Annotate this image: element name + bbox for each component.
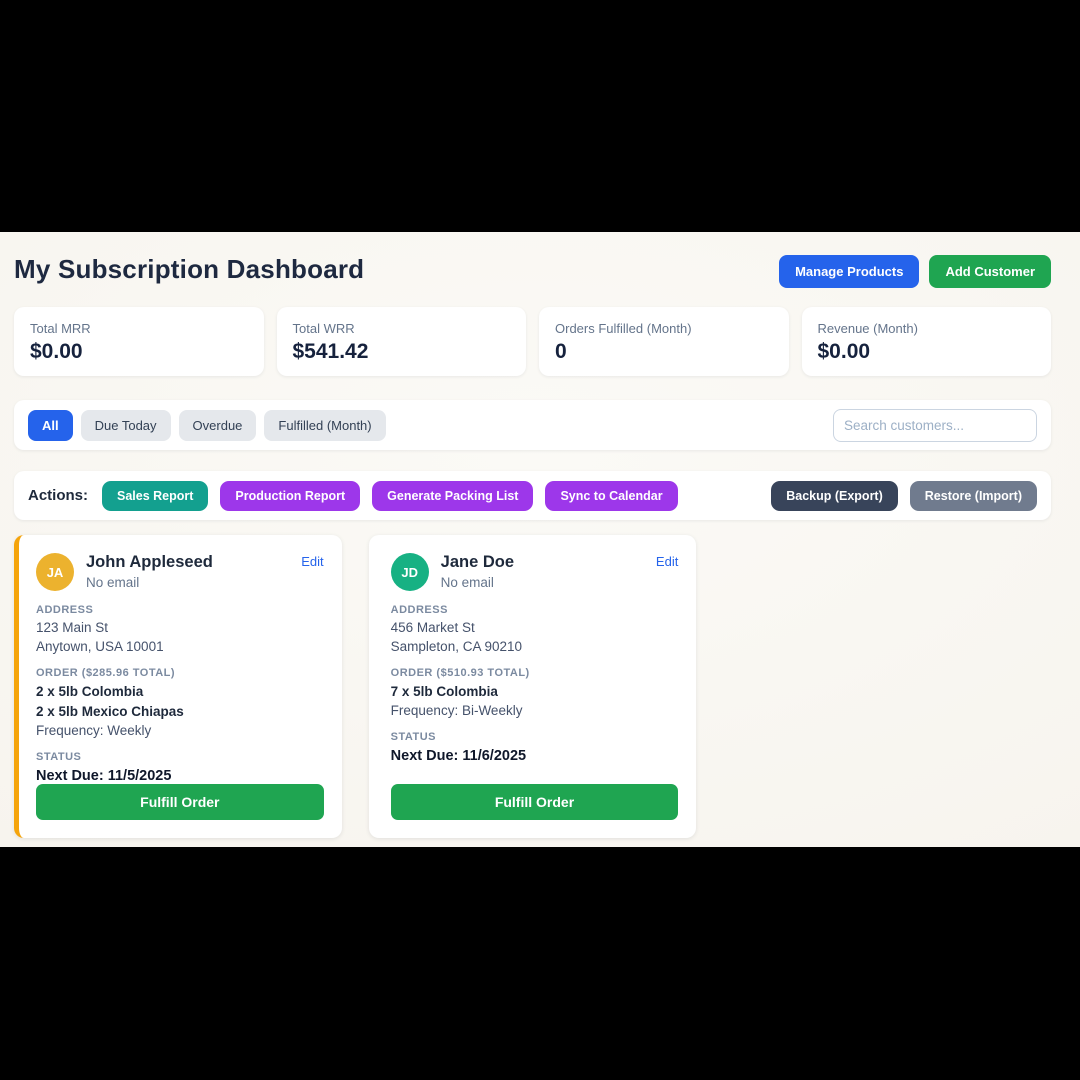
fulfill-order-button[interactable]: Fulfill Order bbox=[391, 784, 679, 820]
stat-value: 0 bbox=[555, 340, 773, 364]
address-section: ADDRESS 456 Market St Sampleton, CA 9021… bbox=[391, 604, 679, 654]
customer-identity: John Appleseed No email bbox=[86, 553, 213, 590]
address-section: ADDRESS 123 Main St Anytown, USA 10001 bbox=[36, 604, 324, 654]
manage-products-button[interactable]: Manage Products bbox=[779, 255, 919, 288]
customer-header: JA John Appleseed No email Edit bbox=[36, 553, 324, 591]
stat-label: Total WRR bbox=[293, 321, 511, 336]
address-label: ADDRESS bbox=[391, 604, 679, 616]
filter-tab-overdue[interactable]: Overdue bbox=[179, 410, 257, 441]
edit-link[interactable]: Edit bbox=[656, 554, 678, 569]
frequency: Frequency: Weekly bbox=[36, 723, 324, 738]
stat-label: Revenue (Month) bbox=[818, 321, 1036, 336]
restore-import-button[interactable]: Restore (Import) bbox=[910, 481, 1037, 511]
stat-card-total-wrr: Total WRR $541.42 bbox=[277, 307, 527, 376]
production-report-button[interactable]: Production Report bbox=[220, 481, 360, 511]
fulfill-order-button[interactable]: Fulfill Order bbox=[36, 784, 324, 820]
status-section: STATUS Next Due: 11/5/2025 bbox=[36, 751, 324, 784]
stat-value: $541.42 bbox=[293, 340, 511, 364]
header: My Subscription Dashboard Manage Product… bbox=[14, 254, 1051, 288]
stat-card-revenue: Revenue (Month) $0.00 bbox=[802, 307, 1052, 376]
address-line: 456 Market St bbox=[391, 620, 679, 635]
order-section: ORDER ($285.96 TOTAL) 2 x 5lb Colombia 2… bbox=[36, 667, 324, 738]
edit-link[interactable]: Edit bbox=[301, 554, 323, 569]
backup-export-button[interactable]: Backup (Export) bbox=[771, 481, 898, 511]
stat-card-orders-fulfilled: Orders Fulfilled (Month) 0 bbox=[539, 307, 789, 376]
actions-bar: Actions: Sales Report Production Report … bbox=[14, 471, 1051, 520]
address-label: ADDRESS bbox=[36, 604, 324, 616]
customer-email: No email bbox=[441, 575, 514, 590]
address-line: 123 Main St bbox=[36, 620, 324, 635]
next-due: Next Due: 11/6/2025 bbox=[391, 748, 679, 764]
filter-tab-due-today[interactable]: Due Today bbox=[81, 410, 171, 441]
frequency: Frequency: Bi-Weekly bbox=[391, 703, 679, 718]
stat-label: Total MRR bbox=[30, 321, 248, 336]
customer-card-john-appleseed: JA John Appleseed No email Edit ADDRESS … bbox=[14, 535, 342, 838]
avatar: JD bbox=[391, 553, 429, 591]
order-label: ORDER ($510.93 TOTAL) bbox=[391, 667, 679, 679]
sales-report-button[interactable]: Sales Report bbox=[102, 481, 208, 511]
customer-identity: Jane Doe No email bbox=[441, 553, 514, 590]
address-line: Sampleton, CA 90210 bbox=[391, 639, 679, 654]
sync-to-calendar-button[interactable]: Sync to Calendar bbox=[545, 481, 677, 511]
add-customer-button[interactable]: Add Customer bbox=[929, 255, 1051, 288]
status-section: STATUS Next Due: 11/6/2025 bbox=[391, 731, 679, 764]
customer-name: Jane Doe bbox=[441, 553, 514, 572]
subscription-dashboard: My Subscription Dashboard Manage Product… bbox=[0, 232, 1080, 847]
filter-tabs: All Due Today Overdue Fulfilled (Month) bbox=[28, 410, 386, 441]
status-label: STATUS bbox=[391, 731, 679, 743]
customer-name: John Appleseed bbox=[86, 553, 213, 572]
filter-tab-fulfilled-month[interactable]: Fulfilled (Month) bbox=[264, 410, 385, 441]
avatar: JA bbox=[36, 553, 74, 591]
address-line: Anytown, USA 10001 bbox=[36, 639, 324, 654]
customer-grid: JA John Appleseed No email Edit ADDRESS … bbox=[14, 535, 1051, 838]
actions-label: Actions: bbox=[28, 487, 88, 504]
stat-value: $0.00 bbox=[818, 340, 1036, 364]
customer-card-jane-doe: JD Jane Doe No email Edit ADDRESS 456 Ma… bbox=[369, 535, 697, 838]
order-section: ORDER ($510.93 TOTAL) 7 x 5lb Colombia F… bbox=[391, 667, 679, 718]
header-actions: Manage Products Add Customer bbox=[779, 255, 1051, 288]
order-item: 7 x 5lb Colombia bbox=[391, 684, 679, 699]
search-input[interactable] bbox=[833, 409, 1037, 442]
stat-value: $0.00 bbox=[30, 340, 248, 364]
page-title: My Subscription Dashboard bbox=[14, 254, 364, 285]
stats-row: Total MRR $0.00 Total WRR $541.42 Orders… bbox=[14, 307, 1051, 376]
customer-email: No email bbox=[86, 575, 213, 590]
order-label: ORDER ($285.96 TOTAL) bbox=[36, 667, 324, 679]
status-label: STATUS bbox=[36, 751, 324, 763]
generate-packing-list-button[interactable]: Generate Packing List bbox=[372, 481, 533, 511]
customer-header: JD Jane Doe No email Edit bbox=[391, 553, 679, 591]
next-due: Next Due: 11/5/2025 bbox=[36, 768, 324, 784]
filter-bar: All Due Today Overdue Fulfilled (Month) bbox=[14, 400, 1051, 450]
stat-label: Orders Fulfilled (Month) bbox=[555, 321, 773, 336]
order-item: 2 x 5lb Colombia bbox=[36, 684, 324, 699]
filter-tab-all[interactable]: All bbox=[28, 410, 73, 441]
order-item: 2 x 5lb Mexico Chiapas bbox=[36, 704, 324, 719]
stat-card-total-mrr: Total MRR $0.00 bbox=[14, 307, 264, 376]
